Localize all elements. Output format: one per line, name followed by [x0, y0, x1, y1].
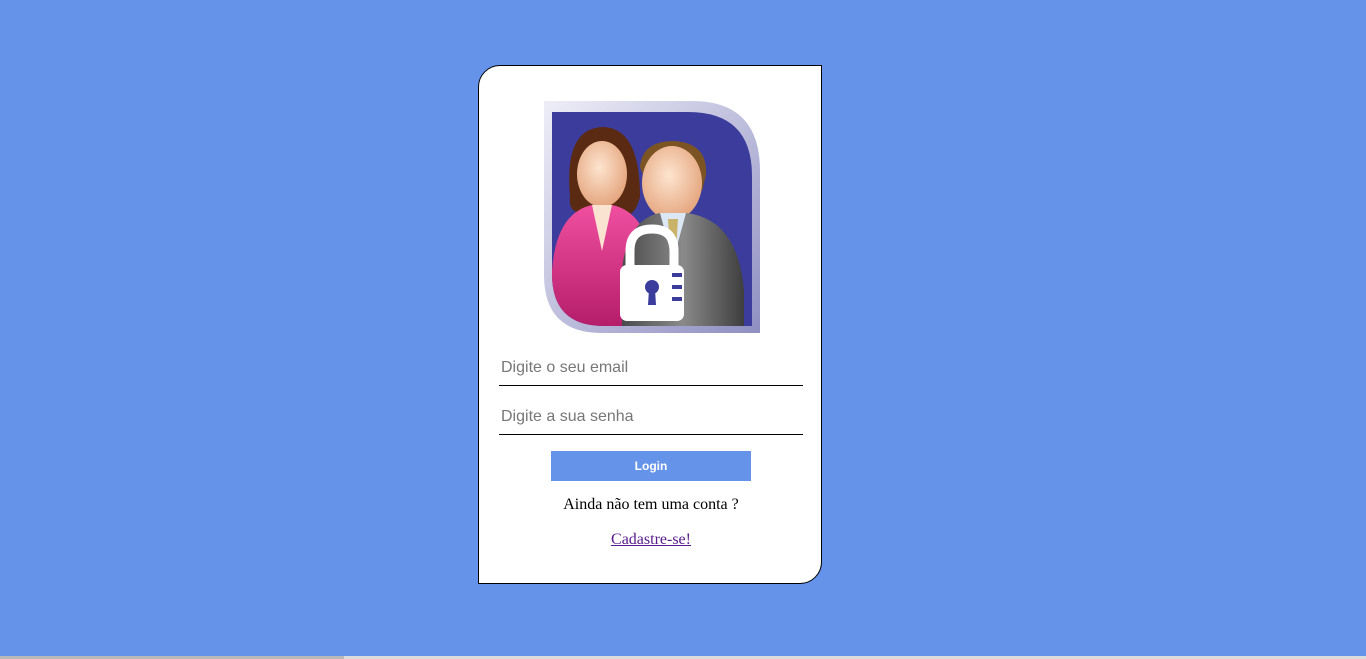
login-card: Login Ainda não tem uma conta ? Cadastre… — [478, 65, 822, 584]
login-button[interactable]: Login — [551, 451, 751, 481]
signup-link[interactable]: Cadastre-se! — [611, 531, 691, 548]
no-account-text: Ainda não tem uma conta ? — [563, 496, 739, 513]
email-input[interactable] — [499, 350, 803, 386]
password-input[interactable] — [499, 399, 803, 435]
users-lock-icon — [542, 101, 760, 333]
signup-link-wrap: Cadastre-se! — [479, 531, 823, 549]
